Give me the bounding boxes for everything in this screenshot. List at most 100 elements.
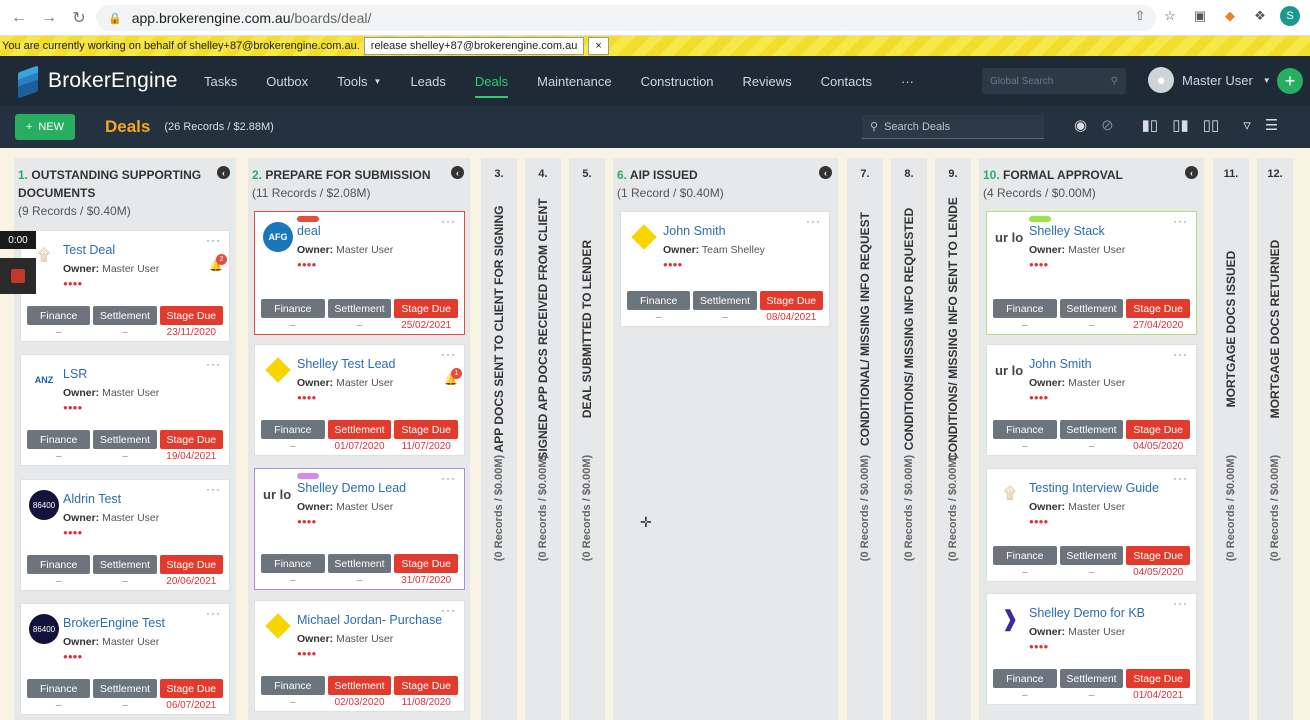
new-deal-button[interactable]: + NEW [15,114,75,140]
settlement-chip[interactable]: Settlement [327,554,392,573]
deal-title[interactable]: John Smith [1029,357,1092,371]
deal-card[interactable]: ur lo John Smith ··· Owner: Master User ●●●●… [986,344,1197,456]
settlement-chip[interactable]: Settlement [93,430,157,449]
card-menu-icon[interactable]: ··· [806,214,821,228]
card-menu-icon[interactable]: ··· [441,471,456,485]
deal-card[interactable]: 86400 BrokerEngine Test ··· Owner: Master U… [20,603,230,715]
settlement-chip[interactable]: Settlement [1059,420,1124,439]
stage-due-chip[interactable]: Stage Due [1126,299,1191,318]
deal-title[interactable]: Shelley Test Lead [297,357,395,371]
stop-recording-button[interactable] [0,258,36,294]
nav-item-tools[interactable]: Tools ▼ [337,56,381,106]
list-view-icon[interactable]: ☰ [1265,116,1278,134]
columns-medium-icon[interactable]: ▯▮ [1172,116,1189,134]
finance-chip[interactable]: Finance [993,299,1057,318]
stage-due-chip[interactable]: Stage Due [394,420,459,439]
deal-card[interactable]: John Smith ··· Owner: Team Shelley ●●●● Fina… [620,211,830,327]
stage-due-chip[interactable]: Stage Due [159,430,223,449]
finance-chip[interactable]: Finance [27,430,91,449]
finance-chip[interactable]: Finance [27,555,91,574]
nav-item-tasks[interactable]: Tasks [204,56,237,106]
stage-due-chip[interactable]: Stage Due [394,299,459,318]
nav-item-leads[interactable]: Leads [410,56,445,106]
nav-item-deals[interactable]: Deals [474,56,509,106]
deal-title[interactable]: Michael Jordan- Purchase [297,613,442,627]
deal-title[interactable]: Testing Interview Guide [1029,481,1159,495]
stage-due-chip[interactable]: Stage Due [759,291,823,310]
deal-title[interactable]: John Smith [663,224,726,238]
deal-title[interactable]: Shelley Demo for KB [1029,606,1145,620]
finance-chip[interactable]: Finance [261,554,325,573]
card-menu-icon[interactable]: ··· [1173,347,1188,361]
collapse-column-icon[interactable]: ‹ [819,166,832,179]
deal-card[interactable]: Shelley Test Lead ··· Owner: Master User ●●… [254,344,465,456]
nav-item-outbox[interactable]: Outbox [266,56,308,106]
settlement-chip[interactable]: Settlement [1059,299,1124,318]
stage-due-chip[interactable]: Stage Due [159,679,223,698]
user-menu[interactable]: ● Master User ▼ [1148,67,1271,93]
columns-narrow-icon[interactable]: ▯▯ [1203,116,1220,134]
card-menu-icon[interactable]: ··· [441,603,456,617]
collapse-column-icon[interactable]: ‹ [1185,166,1198,179]
column-deal-submitted[interactable]: 5. DEAL SUBMITTED TO LENDER (0 Records /… [569,158,605,720]
stage-due-chip[interactable]: Stage Due [1126,546,1191,565]
card-menu-icon[interactable]: ··· [206,357,221,371]
card-menu-icon[interactable]: ··· [1173,596,1188,610]
column-mortgage-docs-returned[interactable]: 12. MORTGAGE DOCS RETURNED (0 Records / … [1257,158,1293,720]
notification-bell-icon[interactable]: 🔔 1 [444,368,462,386]
stage-due-chip[interactable]: Stage Due [1126,669,1191,688]
settlement-chip[interactable]: Settlement [93,679,157,698]
card-menu-icon[interactable]: ··· [1173,214,1188,228]
share-icon[interactable]: ⇧ [1130,6,1150,26]
card-menu-icon[interactable]: ··· [1173,471,1188,485]
finance-chip[interactable]: Finance [27,306,91,325]
stage-due-chip[interactable]: Stage Due [394,554,459,573]
nav-item-contacts[interactable]: Contacts [821,56,872,106]
deal-title[interactable]: BrokerEngine Test [63,616,165,630]
card-menu-icon[interactable]: ··· [206,233,221,247]
deal-card[interactable]: ❱ Shelley Demo for KB ··· Owner: Master Use… [986,593,1197,705]
filter-icon[interactable]: ▿ [1243,116,1251,134]
release-button[interactable]: release shelley+87@brokerengine.com.au [363,37,585,55]
settlement-chip[interactable]: Settlement [327,676,392,695]
deal-card[interactable]: Michael Jordan- Purchase ··· Owner: Master… [254,600,465,712]
eye-icon[interactable]: ◉ [1074,116,1087,134]
nav-more-button[interactable]: ··· [901,56,914,106]
column-app-docs-sent[interactable]: 3. APP DOCS SENT TO CLIENT FOR SIGNING (… [481,158,517,720]
finance-chip[interactable]: Finance [993,669,1057,688]
finance-chip[interactable]: Finance [261,676,325,695]
settlement-chip[interactable]: Settlement [1059,669,1124,688]
nav-item-maintenance[interactable]: Maintenance [537,56,611,106]
reload-icon[interactable]: ↻ [68,7,90,29]
column-conditions-sent-to-lender[interactable]: 9. CONDITIONS/ MISSING INFO SENT TO LEND… [935,158,971,720]
collapse-column-icon[interactable]: ‹ [451,166,464,179]
collapse-column-icon[interactable]: ‹ [217,166,230,179]
star-icon[interactable]: ☆ [1160,6,1180,26]
deal-title[interactable]: deal [297,224,321,238]
settlement-chip[interactable]: Settlement [93,306,157,325]
nav-item-reviews[interactable]: Reviews [743,56,792,106]
deal-title[interactable]: Shelley Stack [1029,224,1105,238]
finance-chip[interactable]: Finance [993,546,1057,565]
deal-card[interactable]: 86400 Aldrin Test ··· Owner: Master User ●●●… [20,479,230,591]
extension-box-icon[interactable]: ▣ [1190,6,1210,26]
global-search-input[interactable]: Global Search ⚲ [982,68,1126,94]
banner-close-button[interactable]: × [588,37,609,55]
deal-title[interactable]: Aldrin Test [63,492,121,506]
deal-card[interactable]: ۩ Test Deal ··· Owner: Master User ●●●● 🔔 2 Fin… [20,230,230,342]
column-signed-app-docs[interactable]: 4. SIGNED APP DOCS RECEIVED FROM CLIENT … [525,158,561,720]
finance-chip[interactable]: Finance [261,420,325,439]
settlement-chip[interactable]: Settlement [327,299,392,318]
settlement-chip[interactable]: Settlement [693,291,757,310]
finance-chip[interactable]: Finance [261,299,325,318]
search-deals-input[interactable]: ⚲ Search Deals [862,115,1044,139]
profile-avatar[interactable]: S [1280,6,1300,26]
forward-icon[interactable]: → [38,7,60,29]
column-conditions-requested[interactable]: 8. CONDITIONS/ MISSING INFO REQUESTED (0… [891,158,927,720]
deal-card[interactable]: ANZ LSR ··· Owner: Master User ●●●● Finance Se… [20,354,230,466]
finance-chip[interactable]: Finance [627,291,691,310]
settlement-chip[interactable]: Settlement [327,420,392,439]
brand-logo[interactable]: BrokerEngine [14,65,184,99]
nav-item-construction[interactable]: Construction [641,56,714,106]
back-icon[interactable]: ← [8,7,30,29]
